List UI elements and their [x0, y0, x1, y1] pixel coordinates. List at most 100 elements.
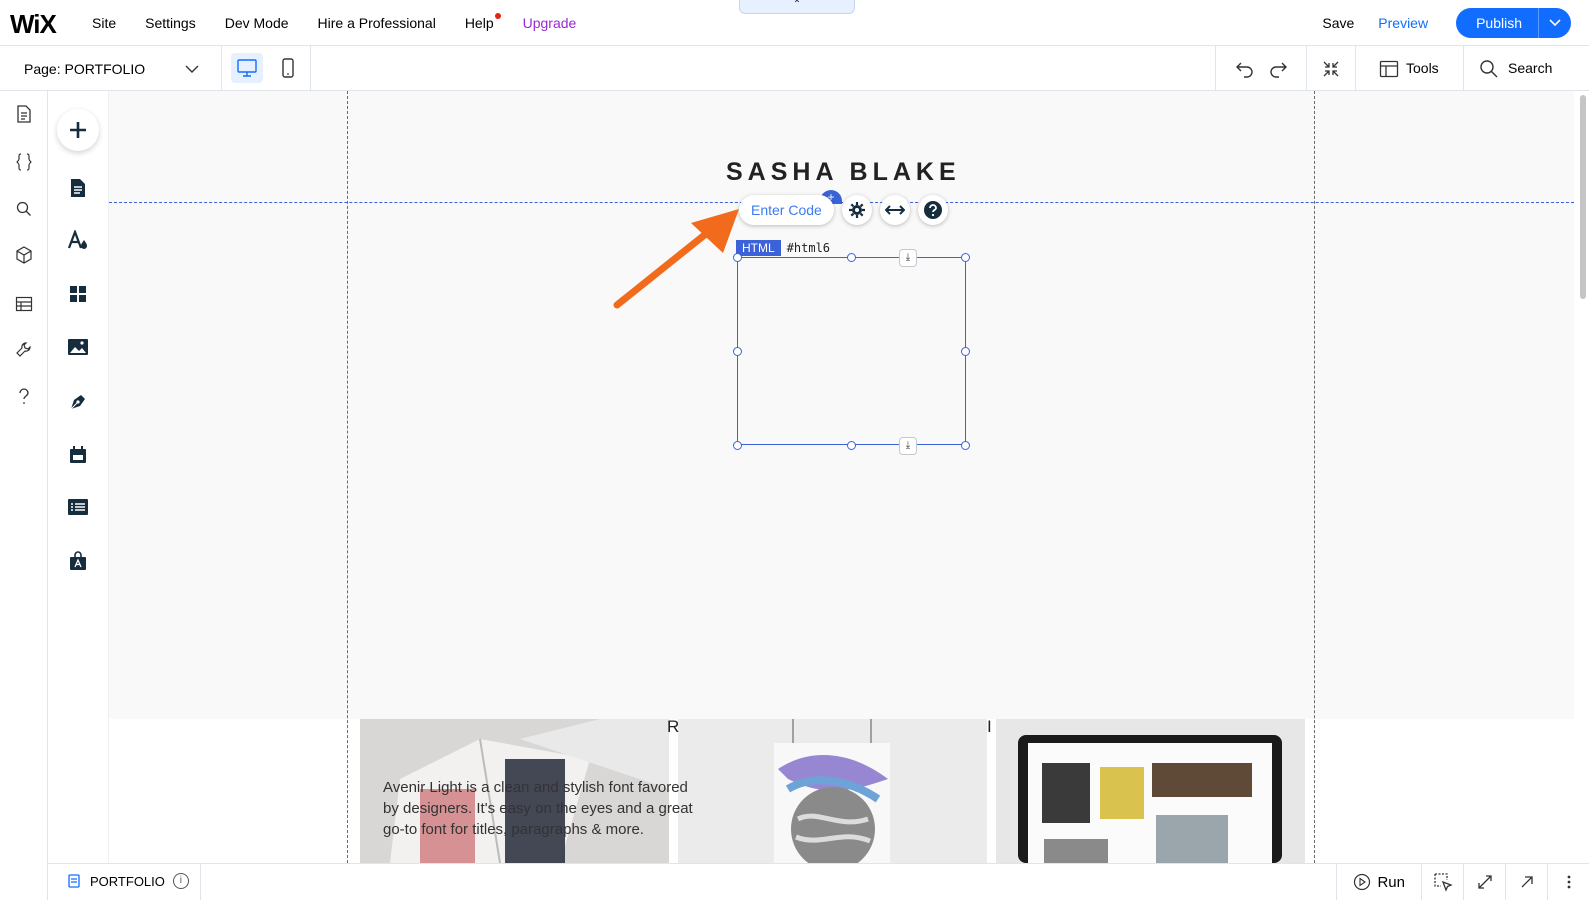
inspect-button[interactable] [1421, 864, 1463, 900]
font-drop-icon [67, 230, 87, 249]
nav-upgrade[interactable]: Upgrade [523, 15, 577, 31]
stretch-button[interactable] [879, 195, 910, 225]
pages-icon [17, 105, 31, 123]
nav-settings[interactable]: Settings [145, 15, 196, 31]
package-icon [16, 246, 32, 264]
list-table-icon [68, 499, 88, 515]
collapse-topbar-tab[interactable]: ⌃ [739, 0, 855, 14]
search-icon-wrap[interactable] [1478, 58, 1500, 80]
gear-icon [848, 202, 865, 218]
code-button[interactable] [13, 151, 35, 173]
chevron-down-icon [1549, 19, 1561, 27]
select-cursor-icon [1433, 873, 1453, 892]
resize-handle-bottom[interactable] [847, 441, 856, 450]
publish-button[interactable]: Publish [1456, 8, 1539, 38]
shopping-bag-icon [70, 551, 86, 570]
search-button[interactable]: Search [1508, 60, 1552, 76]
run-button[interactable]: Run [1336, 864, 1421, 900]
plus-icon [70, 122, 86, 138]
publish-options-button[interactable] [1539, 16, 1571, 30]
nav-help[interactable]: Help [464, 13, 501, 31]
info-icon[interactable]: i [172, 873, 189, 889]
shrink-icon [1323, 61, 1339, 77]
developer-tools-button[interactable] [13, 339, 35, 361]
canvas-scrollbar[interactable] [1578, 91, 1589, 863]
theme-button[interactable] [67, 229, 89, 251]
help-button[interactable] [13, 386, 35, 408]
page-selector[interactable]: Page: PORTFOLIO [0, 46, 222, 91]
settings-button[interactable] [841, 195, 872, 225]
databases-button[interactable] [13, 293, 35, 315]
add-elements-button[interactable] [57, 109, 99, 151]
annotation-arrow [613, 209, 739, 309]
gallery-description-text[interactable]: Avenir Light is a clean and stylish font… [383, 777, 693, 840]
preview-button[interactable]: Preview [1378, 15, 1428, 31]
editor-toolbar: Page: PORTFOLIO Tools Search [0, 46, 1589, 91]
nav-hire-professional[interactable]: Hire a Professional [318, 15, 436, 31]
resize-handle-left[interactable] [733, 347, 742, 356]
calendar-icon [70, 446, 86, 463]
top-anchor-icon[interactable]: ⤓ [899, 249, 917, 267]
open-external-button[interactable] [1505, 864, 1547, 900]
publish-button-group: Publish [1456, 8, 1571, 38]
blog-button[interactable] [67, 391, 89, 413]
bottom-anchor-icon[interactable]: ⤓ [899, 437, 917, 455]
nav-dev-mode[interactable]: Dev Mode [225, 15, 289, 31]
gallery-item-3[interactable] [996, 719, 1305, 863]
zoom-out-button[interactable] [1320, 58, 1342, 80]
chevron-down-icon [185, 65, 199, 73]
resize-handle-bottom-left[interactable] [733, 441, 742, 450]
tools-button[interactable]: Tools [1406, 60, 1439, 76]
resize-handle-right[interactable] [961, 347, 970, 356]
desktop-icon [237, 59, 257, 77]
scrollbar-thumb[interactable] [1580, 95, 1586, 299]
apps-grid-icon [70, 286, 86, 302]
image-icon [68, 339, 88, 355]
media-button[interactable] [67, 336, 89, 358]
pages-button[interactable] [13, 103, 35, 125]
run-label: Run [1377, 873, 1405, 891]
grid-guide-left [347, 91, 348, 863]
page-selector-label: Page: PORTFOLIO [24, 60, 146, 77]
tools-icon [1379, 60, 1399, 78]
notification-dot [494, 13, 501, 19]
nav-site[interactable]: Site [92, 15, 116, 31]
tools-icon-wrap[interactable] [1378, 58, 1400, 80]
apps-button[interactable] [67, 283, 89, 305]
expand-button[interactable] [1463, 864, 1505, 900]
cms-button[interactable] [67, 496, 89, 518]
top-actions: Save Preview Publish [1322, 0, 1571, 46]
enter-code-button[interactable]: Enter Code [739, 195, 834, 225]
editor-canvas[interactable]: SASHA BLAKE + Enter Code HTML #html6 ⤓ ⤓ [109, 91, 1574, 863]
more-options-button[interactable] [1547, 864, 1589, 900]
resize-handle-bottom-right[interactable] [961, 441, 970, 450]
search-icon [16, 201, 31, 216]
redo-button[interactable] [1267, 58, 1289, 80]
resize-handle-top-right[interactable] [961, 253, 970, 262]
undo-button[interactable] [1234, 58, 1256, 80]
save-button[interactable]: Save [1322, 15, 1354, 31]
arrow-up-right-icon [1521, 876, 1533, 888]
site-title[interactable]: SASHA BLAKE [726, 158, 961, 187]
divider [200, 864, 201, 900]
site-search-button[interactable] [13, 198, 35, 220]
current-page-indicator[interactable]: PORTFOLIO i [68, 873, 189, 889]
top-nav: Site Settings Dev Mode Hire a Profession… [92, 0, 605, 46]
html-embed-element[interactable]: ⤓ ⤓ [733, 249, 970, 455]
desktop-view-button[interactable] [231, 53, 263, 83]
add-page-button[interactable] [67, 177, 89, 199]
packages-button[interactable] [13, 244, 35, 266]
gallery-item-2[interactable] [678, 719, 987, 863]
bookings-button[interactable] [67, 444, 89, 466]
element-floating-toolbar: Enter Code [739, 195, 948, 225]
divider [310, 46, 311, 91]
app-market-button[interactable] [67, 550, 89, 572]
undo-icon [1236, 62, 1253, 78]
wix-logo[interactable]: WiX [10, 9, 57, 40]
play-circle-icon [1354, 873, 1371, 891]
mobile-view-button[interactable] [272, 53, 304, 83]
help-element-button[interactable] [917, 195, 948, 225]
resize-handle-top[interactable] [847, 253, 856, 262]
element-id-label: #html6 [786, 241, 831, 255]
nav-help-label: Help [464, 15, 494, 31]
